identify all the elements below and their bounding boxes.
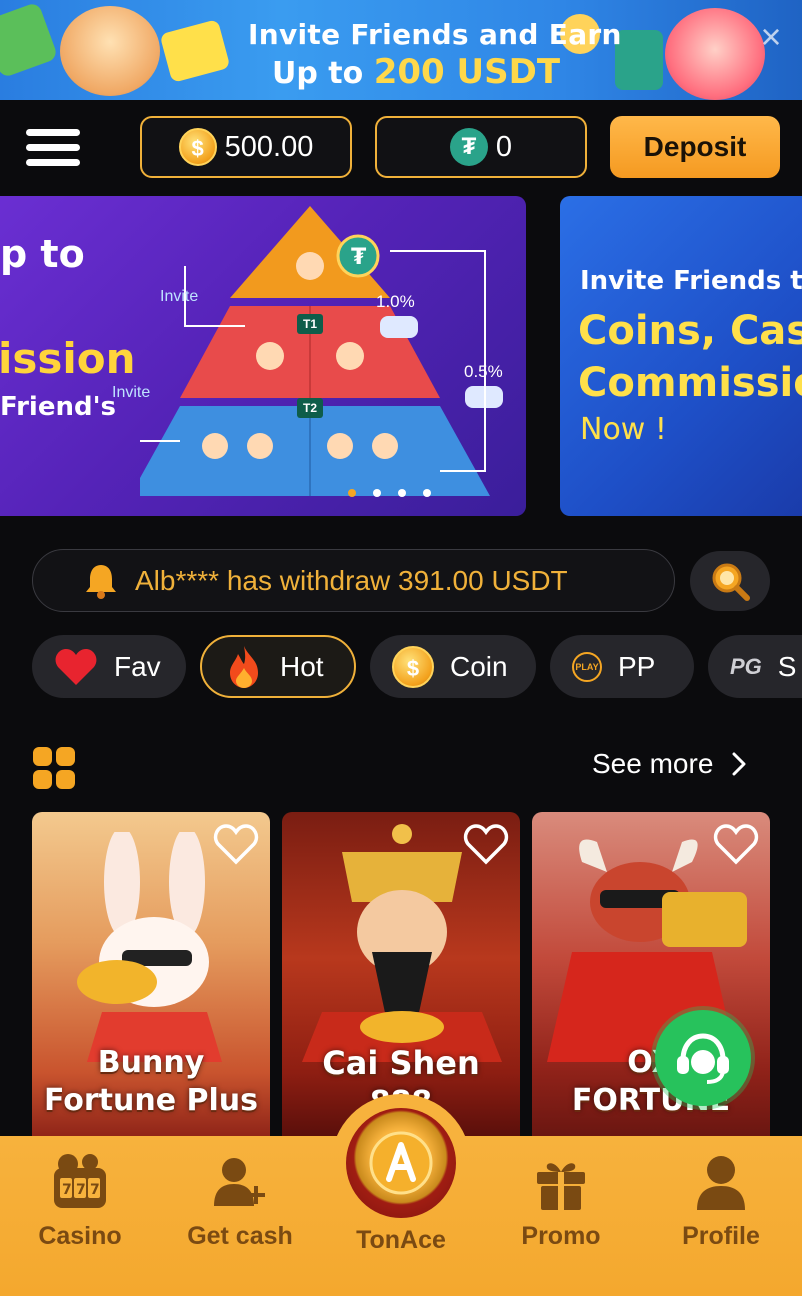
flame-icon <box>230 645 258 688</box>
nav-get-cash[interactable]: Get cash <box>170 1136 310 1296</box>
see-more-label: See more <box>592 748 714 779</box>
tier-badge-2: T2 <box>297 398 323 418</box>
see-more-link[interactable]: See more <box>592 748 747 780</box>
grid-icon <box>33 747 75 789</box>
tab-hot-label: Hot <box>280 650 324 682</box>
game-card-cai-shen-888[interactable]: Cai Shen 888 <box>282 812 520 1137</box>
coin-icon: $ <box>392 645 434 688</box>
tab-pg-label: S <box>777 650 797 682</box>
banner-b-line3: Commissio <box>578 360 802 406</box>
promo-line2: Up to 200 USDT <box>272 52 560 92</box>
notice-text: Alb**** has withdraw 391.00 USDT <box>135 564 568 596</box>
carousel-dot[interactable] <box>398 489 406 497</box>
pct-label-2: 0.5% <box>464 362 503 381</box>
gold-coin-icon: $ <box>178 128 217 166</box>
banner-a-text3: Friend's <box>0 392 117 422</box>
tier-badge-1: T1 <box>297 314 323 334</box>
deposit-button[interactable]: Deposit <box>610 116 780 178</box>
coin-balance-value: 500.00 <box>224 130 314 163</box>
banner-b-line2: Coins, Cash <box>578 308 802 354</box>
tether-icon: ₮ <box>449 128 488 166</box>
chevron-right-icon <box>732 752 746 776</box>
cash-stack-icon <box>0 1 59 79</box>
carousel-banner-invite[interactable]: Invite Friends to Coins, Cash Commissio … <box>560 196 802 516</box>
add-user-icon <box>214 1158 265 1206</box>
game-title-line2: Fortune Plus <box>43 1083 258 1118</box>
headset-icon <box>677 1033 729 1084</box>
pragmatic-play-icon: PLAY <box>572 651 602 682</box>
carousel-dot[interactable] <box>373 489 381 497</box>
nav-profile[interactable]: Profile <box>651 1136 791 1296</box>
slot-machine-icon: 7 7 7 <box>54 1154 106 1208</box>
withdraw-notice-ticker: Alb**** has withdraw 391.00 USDT <box>32 549 675 612</box>
nav-tonace-label: TonAce <box>356 1226 446 1254</box>
promo-line1: Invite Friends and Earn <box>248 18 622 51</box>
invite-promo-strip[interactable]: Invite Friends and Earn Up to 200 USDT × <box>0 0 802 100</box>
banner-b-line4: Now ! <box>580 412 667 447</box>
svg-text:7: 7 <box>76 1182 86 1198</box>
referral-pyramid-graphic: ₮ <box>140 206 503 496</box>
nav-casino[interactable]: 7 7 7 Casino <box>10 1136 150 1296</box>
banner-a-text1: p to <box>0 232 85 276</box>
usdt-balance-value: 0 <box>495 130 513 163</box>
search-icon <box>712 563 750 601</box>
category-tabs: Fav Hot $ Coin PLAY PP PG S <box>32 635 802 699</box>
pct-label-1: 1.0% <box>376 292 415 311</box>
tab-fav-label: Fav <box>114 650 161 682</box>
promo-line2-prefix: Up to <box>272 56 364 91</box>
invite-label-1: Invite <box>160 288 199 305</box>
coin-balance-button[interactable]: $ 500.00 <box>140 116 352 178</box>
favorite-heart-icon[interactable] <box>462 822 510 866</box>
game-title-line1: Cai Shen <box>322 1044 480 1082</box>
svg-text:7: 7 <box>90 1182 100 1198</box>
profile-icon <box>697 1156 745 1210</box>
tab-pp-label: PP <box>618 650 656 682</box>
usdt-balance-button[interactable]: ₮ 0 <box>375 116 587 178</box>
megaphone-icon <box>159 19 231 83</box>
nav-profile-label: Profile <box>682 1222 760 1250</box>
tab-pp[interactable]: PLAY PP <box>550 635 694 698</box>
customer-support-button[interactable] <box>655 1010 751 1106</box>
gift-icon <box>537 1163 585 1210</box>
tab-coin-label: Coin <box>450 650 508 682</box>
tab-fav[interactable]: Fav <box>32 635 186 698</box>
svg-text:₮: ₮ <box>351 245 367 270</box>
banner-a-text2: ission <box>0 334 136 383</box>
carousel-banner-referral[interactable]: p to ission Friend's ₮ Invite Invite 1.0… <box>0 196 526 516</box>
tonace-logo-icon <box>369 1131 433 1195</box>
nav-casino-label: Casino <box>38 1222 122 1250</box>
promo-amount: 200 USDT <box>373 52 561 92</box>
favorite-heart-icon[interactable] <box>212 822 260 866</box>
app-screen: Invite Friends and Earn Up to 200 USDT ×… <box>0 0 802 1296</box>
tab-hot[interactable]: Hot <box>200 635 356 698</box>
top-header: $ 500.00 ₮ 0 Deposit <box>0 100 802 196</box>
boy-avatar-image <box>60 6 160 96</box>
hamburger-menu-icon[interactable] <box>26 127 80 169</box>
carousel-dot[interactable] <box>423 489 431 497</box>
bell-icon <box>86 564 116 599</box>
invite-label-2: Invite <box>112 384 151 401</box>
banner-b-line1: Invite Friends to <box>580 266 802 296</box>
search-button[interactable] <box>690 551 770 611</box>
carousel-dot[interactable] <box>348 489 356 497</box>
nav-tonace-button[interactable] <box>346 1108 456 1218</box>
game-title-line1: Bunny <box>97 1045 205 1080</box>
game-card-bunny-fortune-plus[interactable]: Bunny Fortune Plus <box>32 812 270 1137</box>
favorite-heart-icon[interactable] <box>712 822 760 866</box>
pg-icon: PG <box>730 653 762 679</box>
bunny-character-image <box>77 832 222 1062</box>
coin-stack-icon <box>615 30 663 90</box>
svg-text:7: 7 <box>62 1182 72 1198</box>
tab-pg[interactable]: PG S <box>708 635 802 698</box>
heart-icon <box>55 648 97 685</box>
carousel-dots <box>348 489 431 497</box>
nav-promo-label: Promo <box>521 1222 601 1250</box>
nav-promo[interactable]: Promo <box>491 1136 631 1296</box>
close-icon[interactable]: × <box>754 19 788 55</box>
tab-coin[interactable]: $ Coin <box>370 635 536 698</box>
girl-avatar-image <box>665 8 765 100</box>
nav-get-cash-label: Get cash <box>187 1222 293 1250</box>
